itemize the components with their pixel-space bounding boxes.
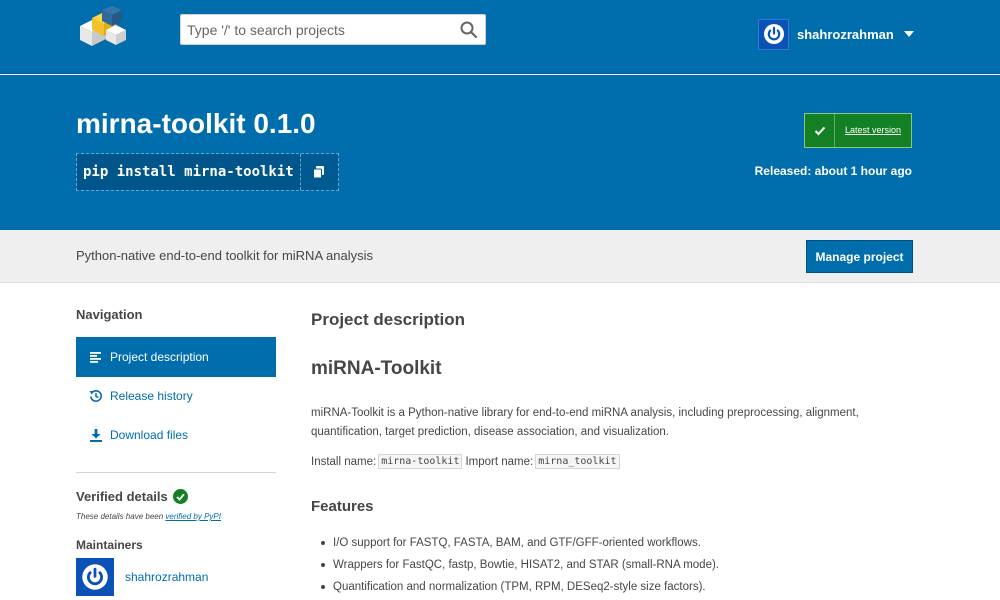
features-heading: Features	[311, 498, 374, 515]
maintainer-name[interactable]: shahrozrahman	[125, 570, 208, 584]
readme-title: miRNA-Toolkit	[311, 358, 442, 379]
navigation-heading: Navigation	[76, 307, 143, 322]
nav-item-label: Project description	[110, 350, 209, 364]
search-box	[180, 14, 486, 45]
verified-check-icon	[172, 489, 188, 504]
latest-version-link[interactable]: Latest version	[835, 114, 911, 147]
nav-item-label: Download files	[110, 428, 189, 442]
sidebar-divider	[76, 472, 276, 473]
manage-project-button[interactable]: Manage project	[806, 240, 913, 273]
latest-version-badge[interactable]: Latest version	[804, 113, 912, 148]
power-icon	[763, 24, 784, 44]
pip-command: pip install mirna-toolkit	[77, 154, 300, 190]
nav-item-release-history[interactable]: Release history	[76, 376, 276, 416]
check-icon	[805, 114, 835, 147]
nav-item-project-description[interactable]: Project description	[76, 337, 276, 377]
package-summary-bar: Python-native end-to-end toolkit for miR…	[0, 230, 1000, 283]
package-title: mirna-toolkit 0.1.0	[76, 108, 316, 139]
user-menu[interactable]: shahrozrahman	[758, 18, 914, 50]
list-item: I/O support for FASTQ, FASTA, BAM, and G…	[320, 532, 719, 554]
package-summary: Python-native end-to-end toolkit for miR…	[76, 248, 373, 263]
user-avatar	[758, 18, 789, 50]
install-line: Install name: mirna-toolkit Import name:…	[311, 454, 623, 469]
pip-command-box: pip install mirna-toolkit	[76, 153, 339, 191]
maintainer-item[interactable]: shahrozrahman	[76, 558, 208, 596]
nav-item-label: Release history	[110, 389, 193, 403]
verified-details-heading: Verified details	[76, 489, 188, 504]
verified-note-text: These details have been	[76, 512, 166, 521]
history-icon	[89, 389, 103, 403]
user-name: shahrozrahman	[797, 26, 894, 42]
section-heading: Project description	[311, 310, 465, 329]
copy-icon	[313, 166, 325, 179]
search-button[interactable]	[459, 20, 479, 40]
install-name-code: mirna-toolkit	[378, 454, 463, 469]
release-date: Released: about 1 hour ago	[754, 164, 912, 178]
search-icon	[460, 21, 478, 39]
nav-item-download-files[interactable]: Download files	[76, 415, 276, 455]
readme-paragraph: miRNA-Toolkit is a Python-native library…	[311, 407, 859, 438]
copy-button[interactable]	[299, 154, 338, 190]
maintainer-avatar[interactable]	[76, 558, 114, 596]
search-input[interactable]	[181, 15, 451, 44]
verified-note: These details have been verified by PyPI	[76, 512, 221, 521]
align-left-icon	[89, 350, 103, 364]
maintainers-heading: Maintainers	[76, 538, 143, 552]
power-icon	[82, 564, 108, 590]
features-list: I/O support for FASTQ, FASTA, BAM, and G…	[320, 532, 719, 598]
verified-by-pypi-link[interactable]: verified by PyPI	[165, 512, 221, 521]
import-label: Import name:	[465, 455, 534, 468]
download-icon	[89, 428, 103, 442]
list-item: Quantification and normalization (TPM, R…	[320, 576, 719, 598]
top-navbar: shahrozrahman	[0, 0, 1000, 74]
package-header: mirna-toolkit 0.1.0 pip install mirna-to…	[0, 75, 1000, 230]
install-label: Install name:	[311, 455, 377, 468]
chevron-down-icon[interactable]	[903, 31, 914, 37]
verified-details-label: Verified details	[76, 489, 168, 504]
import-name-code: mirna_toolkit	[535, 454, 620, 469]
pypi-logo[interactable]	[76, 6, 128, 50]
list-item: Wrappers for FastQC, fastp, Bowtie, HISA…	[320, 554, 719, 576]
